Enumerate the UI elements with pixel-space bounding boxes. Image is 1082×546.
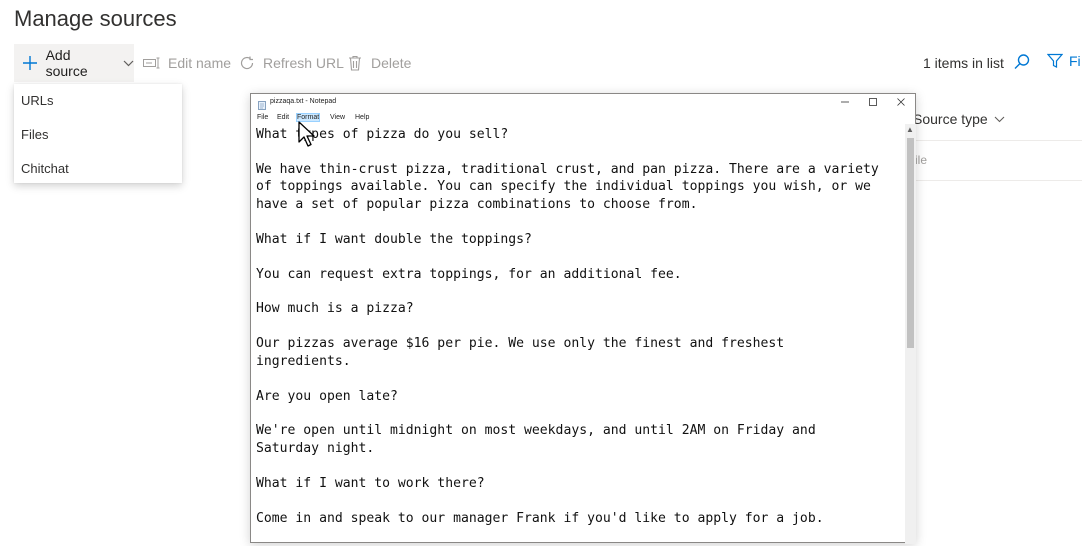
close-icon[interactable] — [894, 95, 908, 109]
notepad-text-line: How much is a pizza? — [256, 301, 414, 317]
edit-name-button[interactable]: Edit name — [142, 44, 231, 82]
search-icon[interactable] — [1013, 53, 1031, 76]
notepad-text-line: What if I want to work there? — [256, 475, 485, 491]
filter-label: Fi — [1069, 53, 1081, 69]
notepad-text-line — [256, 405, 901, 422]
notepad-text-line: of toppings available. You can specify t… — [256, 179, 871, 195]
table-cell-source-type: ile — [915, 153, 928, 167]
notepad-text-line: We're open until midnight on most weekda… — [256, 423, 816, 439]
vertical-scrollbar[interactable]: ▲ — [905, 124, 916, 544]
notepad-icon — [258, 97, 266, 110]
delete-label: Delete — [371, 55, 412, 71]
notepad-text-line: Our pizzas average $16 per pie. We use o… — [256, 336, 785, 352]
notepad-text-line: Saturday night. — [256, 440, 375, 456]
menu-help[interactable]: Help — [355, 114, 369, 121]
notepad-text-line — [256, 248, 901, 265]
refresh-url-label: Refresh URL — [263, 55, 344, 71]
notepad-text-line: What types of pizza do you sell? — [256, 127, 509, 142]
notepad-text-line: ingredients. — [256, 353, 351, 369]
notepad-text-line — [256, 318, 901, 335]
notepad-text-line — [256, 492, 901, 509]
add-source-button[interactable]: Add source — [14, 44, 134, 82]
edit-name-icon — [142, 53, 162, 73]
notepad-text-line — [256, 457, 901, 474]
notepad-text-line — [256, 143, 901, 160]
chevron-down-icon — [994, 116, 1005, 123]
notepad-window: pizzaqa.txt - Notepad File Edit Format V… — [250, 93, 916, 546]
notepad-title: pizzaqa.txt - Notepad — [270, 98, 337, 105]
notepad-text-line: What if I want double the toppings? — [256, 231, 532, 247]
scrollbar-thumb[interactable] — [907, 138, 914, 348]
edit-name-label: Edit name — [168, 55, 232, 71]
add-source-label: Add source — [45, 47, 88, 79]
plus-icon — [20, 53, 40, 73]
menu-edit[interactable]: Edit — [277, 114, 289, 121]
scroll-up-icon[interactable]: ▲ — [906, 125, 914, 134]
filter-button[interactable]: Fi — [1047, 53, 1081, 69]
notepad-menubar: File Edit Format View Help — [251, 112, 915, 124]
menu-item-files[interactable]: Files — [21, 127, 48, 142]
command-bar: Add source Edit name Refresh URL Delete … — [0, 44, 1082, 82]
menu-format[interactable]: Format — [295, 113, 321, 122]
trash-icon — [345, 53, 365, 73]
delete-button[interactable]: Delete — [345, 44, 411, 82]
notepad-text-line: We have thin-crust pizza, traditional cr… — [256, 161, 879, 177]
notepad-text-line — [256, 283, 901, 300]
notepad-text-line: You can request extra toppings, for an a… — [256, 266, 682, 282]
maximize-icon[interactable] — [866, 95, 880, 109]
column-header-source-type[interactable]: Source type — [913, 111, 1005, 127]
notepad-text-area[interactable]: What types of pizza do you sell? We have … — [256, 126, 901, 546]
notepad-titlebar[interactable]: pizzaqa.txt - Notepad — [251, 94, 915, 110]
menu-item-urls[interactable]: URLs — [21, 93, 54, 108]
refresh-icon — [237, 53, 257, 73]
notepad-text-line: Come in and speak to our manager Frank i… — [256, 510, 824, 526]
filter-icon — [1047, 53, 1063, 69]
page-title: Manage sources — [14, 6, 177, 31]
header-divider — [916, 140, 1082, 141]
column-header-label: Source type — [913, 111, 988, 127]
minimize-icon[interactable] — [838, 95, 852, 109]
chevron-down-icon — [123, 60, 134, 67]
menu-item-chitchat[interactable]: Chitchat — [21, 161, 69, 176]
notepad-text-line — [256, 370, 901, 387]
notepad-text-line: Are you open late? — [256, 388, 398, 404]
refresh-url-button[interactable]: Refresh URL — [237, 44, 344, 82]
notepad-text-line: have a set of popular pizza combinations… — [256, 196, 698, 212]
notepad-text-line — [256, 213, 901, 230]
items-count: 1 items in list — [923, 55, 1004, 71]
menu-file[interactable]: File — [257, 114, 268, 121]
menu-view[interactable]: View — [330, 114, 345, 121]
row-divider — [916, 180, 1082, 181]
mouse-cursor-icon — [298, 121, 318, 149]
add-source-menu: URLs Files Chitchat — [14, 84, 182, 183]
